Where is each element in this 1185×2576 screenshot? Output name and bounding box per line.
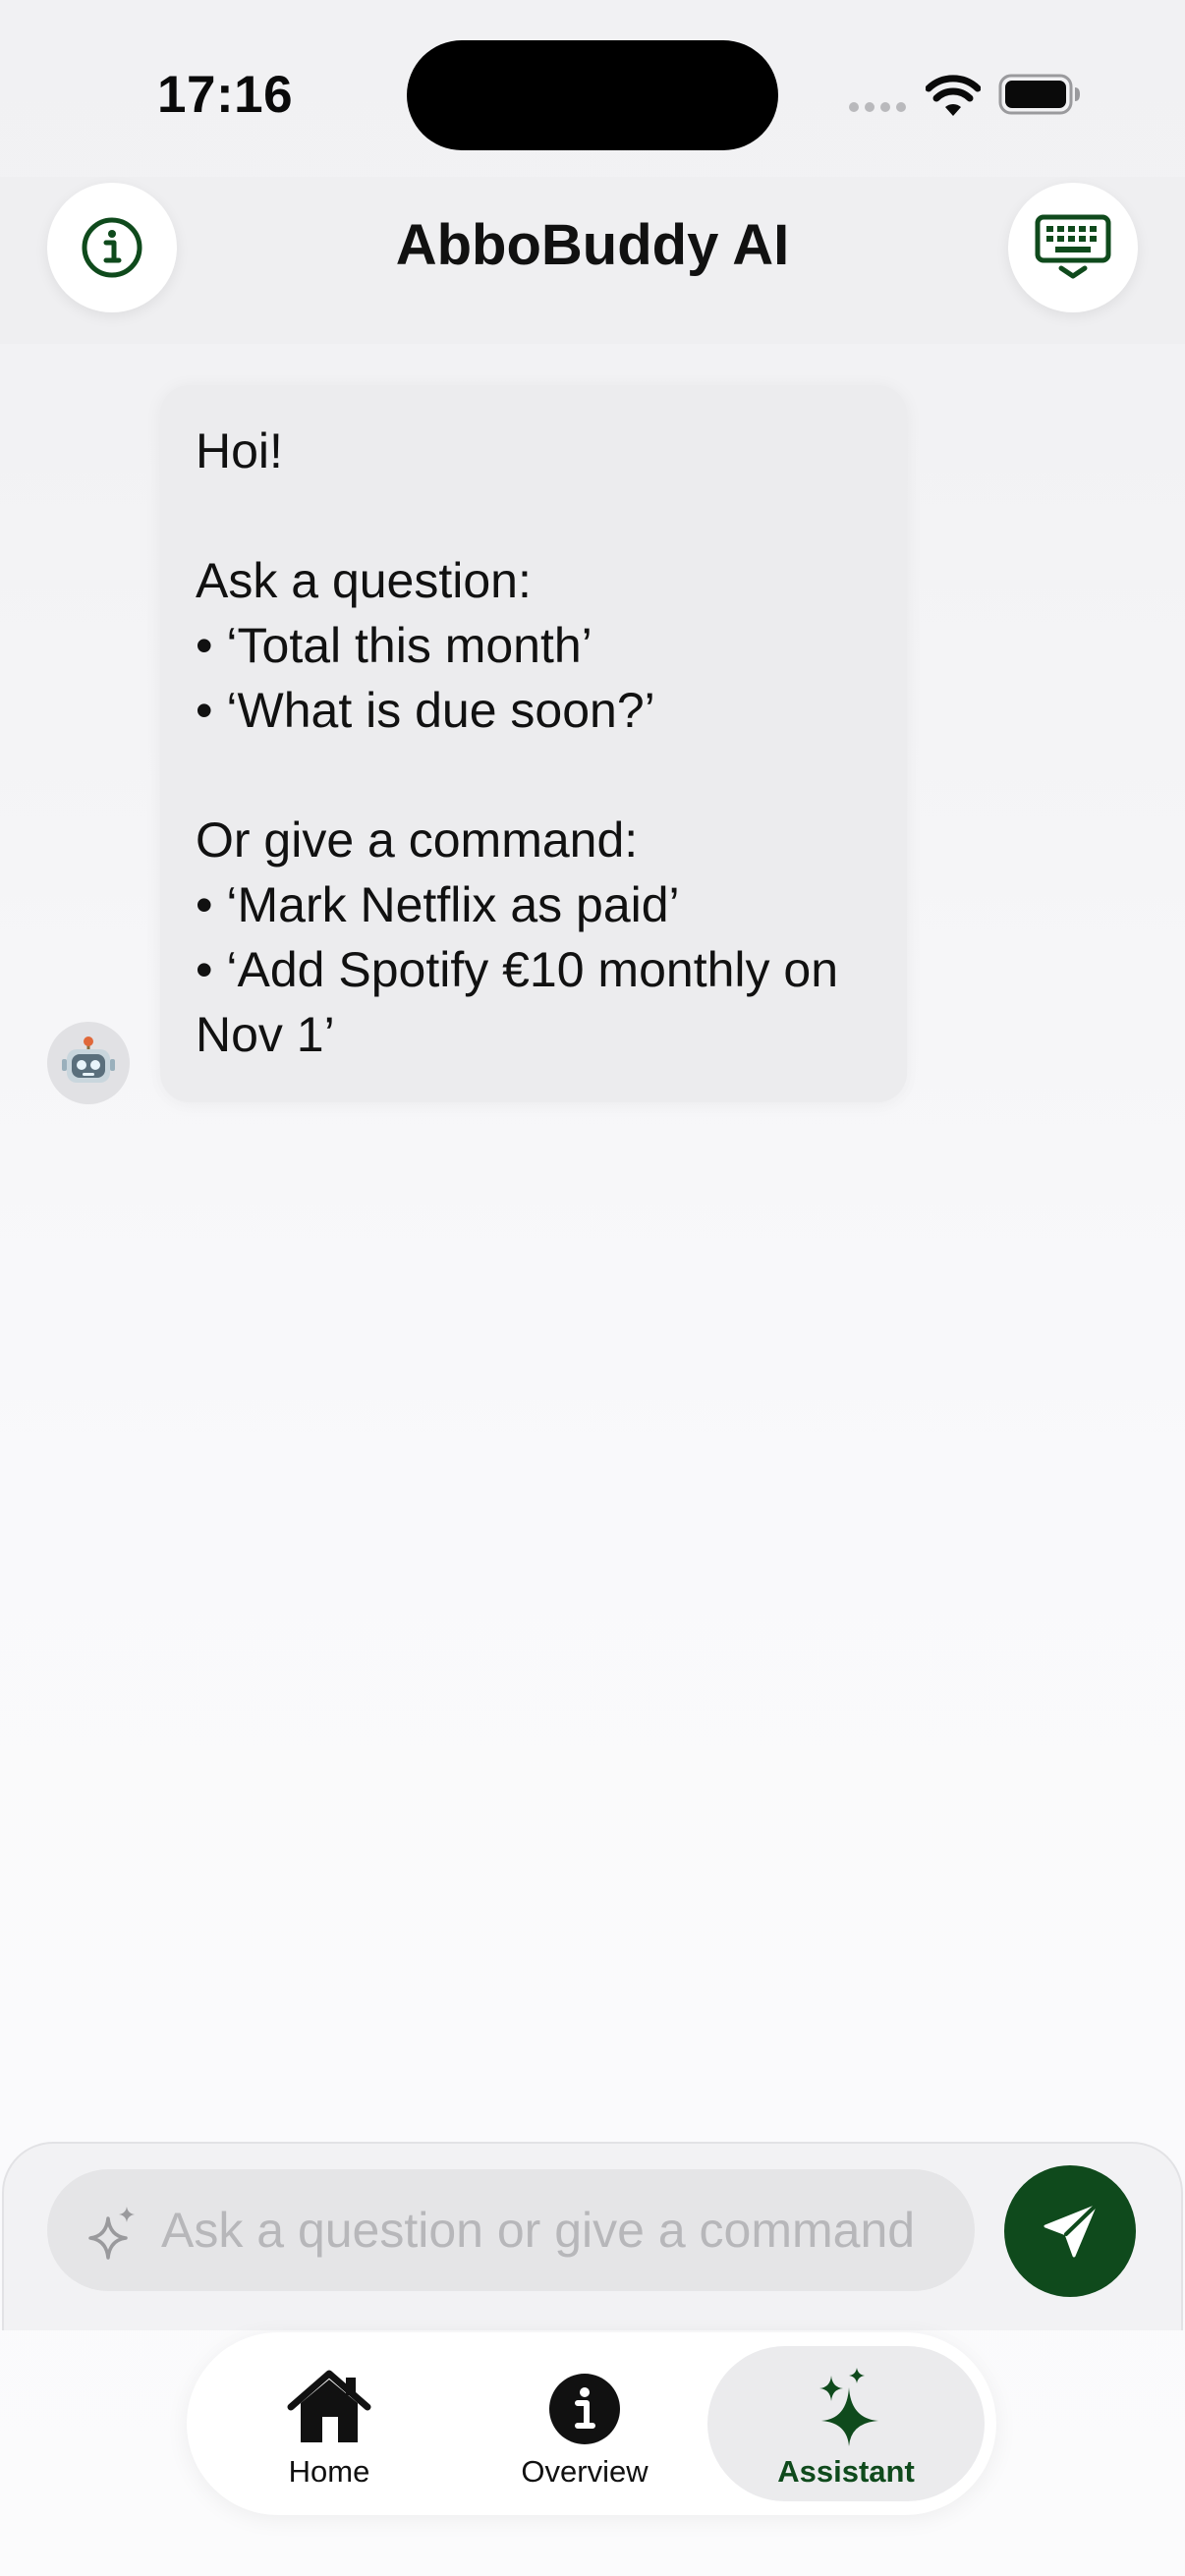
tab-home-label: Home	[288, 2454, 370, 2489]
battery-icon	[998, 74, 1080, 115]
cellular-signal-icon	[849, 102, 906, 112]
chat-input[interactable]	[161, 2169, 967, 2291]
info-icon	[549, 2374, 620, 2444]
message-command-heading: Or give a command:	[196, 812, 639, 868]
assistant-message-bubble: Hoi! Ask a question: • ‘Total this month…	[160, 385, 907, 1102]
dynamic-island	[407, 40, 778, 150]
chat-input-container[interactable]	[47, 2169, 975, 2291]
status-time: 17:16	[157, 66, 294, 124]
message-greeting: Hoi!	[196, 423, 283, 478]
tab-home[interactable]: Home	[216, 2346, 442, 2501]
tab-assistant-label: Assistant	[777, 2454, 915, 2489]
home-icon	[287, 2370, 371, 2442]
status-bar: 17:16	[0, 0, 1185, 177]
send-icon	[1044, 2205, 1097, 2258]
sparkle-icon	[88, 2207, 135, 2260]
message-question-example: • ‘Total this month’	[196, 618, 592, 673]
bot-avatar	[47, 1022, 130, 1104]
keyboard-icon	[1035, 214, 1111, 279]
tab-assistant[interactable]: Assistant	[707, 2346, 985, 2501]
message-command-example: • ‘Add Spotify €10 monthly on Nov 1’	[196, 942, 839, 1062]
wifi-icon	[926, 75, 981, 116]
message-question-heading: Ask a question:	[196, 553, 532, 608]
robot-icon	[62, 1036, 115, 1083]
message-question-example: • ‘What is due soon?’	[196, 683, 655, 738]
tab-overview[interactable]: Overview	[472, 2346, 698, 2501]
message-command-example: • ‘Mark Netflix as paid’	[196, 877, 680, 932]
tab-bar: Home Overview Assistant	[187, 2332, 996, 2515]
tab-overview-label: Overview	[521, 2454, 649, 2489]
send-button[interactable]	[1004, 2165, 1136, 2297]
keyboard-toggle-button[interactable]	[1008, 183, 1138, 312]
sparkles-icon	[819, 2368, 878, 2446]
